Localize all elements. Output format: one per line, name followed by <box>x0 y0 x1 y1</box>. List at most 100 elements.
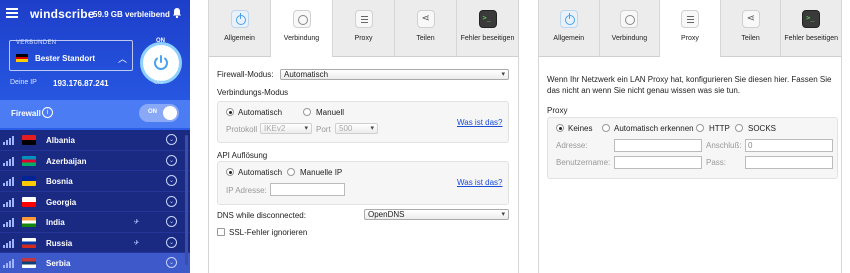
server-name: Albania <box>46 136 75 145</box>
terminal-icon <box>478 10 497 28</box>
tab-connection[interactable]: Verbindung <box>271 0 333 58</box>
list-icon <box>354 10 373 28</box>
country-flag-icon <box>22 258 36 268</box>
firewall-mode-label: Firewall-Modus: <box>217 70 274 79</box>
connection-mode-title: Verbindungs-Modus <box>217 88 289 97</box>
expand-chevron-icon[interactable]: ⌄ <box>166 236 177 248</box>
country-flag-icon <box>22 237 36 248</box>
proxy-radio-auto-label: Automatisch erkennen <box>614 124 694 133</box>
server-row[interactable]: Serbia ⌄ <box>0 253 190 273</box>
connection-icon <box>292 10 311 28</box>
tab-share[interactable]: Teilen <box>395 0 457 56</box>
server-row[interactable]: Georgia ⌄ <box>0 192 190 212</box>
port-label: Port <box>316 125 331 134</box>
windscribe-logo: windscribe <box>30 7 95 21</box>
api-radio-manual-label: Manuelle IP <box>300 168 343 177</box>
tab-share[interactable]: Teilen <box>721 0 782 56</box>
expand-chevron-icon[interactable]: ⌄ <box>166 195 177 207</box>
data-remaining: 59.9 GB verbleibend <box>93 10 170 19</box>
ip-label: Deine IP <box>10 79 37 86</box>
share-icon <box>416 10 435 28</box>
signal-icon <box>3 135 15 145</box>
server-row[interactable]: Azerbaijan ⌄ <box>0 151 190 171</box>
server-name: Bosnia <box>46 177 73 186</box>
api-radio-automatic[interactable] <box>226 168 234 176</box>
country-flag-icon <box>22 217 36 227</box>
tab-debug[interactable]: Fehler beseitigen <box>457 0 518 56</box>
expand-chevron-icon[interactable]: ⌄ <box>166 154 177 166</box>
proxy-radio-none[interactable] <box>556 124 564 132</box>
api-resolution-title: API Auflösung <box>217 151 268 160</box>
radio-automatic-label: Automatisch <box>238 108 283 117</box>
server-list: Albania ⌄ Azerbaijan ⌄ Bosnia ⌄ Georgia ⌄ India ✈… <box>0 130 190 273</box>
tab-connection[interactable]: Verbindung <box>600 0 661 56</box>
proxy-section-title: Proxy <box>547 106 568 115</box>
signal-icon <box>3 197 15 207</box>
proxy-radio-none-label: Keines <box>568 124 593 133</box>
server-name: India <box>46 218 65 227</box>
expand-chevron-icon[interactable]: ⌄ <box>166 134 177 145</box>
proxy-username-input[interactable] <box>614 156 702 169</box>
chevron-up-icon[interactable]: ︿ <box>118 52 127 65</box>
expand-chevron-icon[interactable]: ⌄ <box>166 216 177 227</box>
what-is-this-link-1[interactable]: Was ist das? <box>457 118 503 127</box>
list-icon <box>680 10 699 28</box>
tab-debug[interactable]: Fehler beseitigen <box>781 0 841 56</box>
server-row[interactable]: Russia ✈ ⌄ <box>0 233 190 253</box>
expand-chevron-icon[interactable]: ⌄ <box>166 257 177 268</box>
proxy-address-input[interactable] <box>614 139 702 152</box>
server-row[interactable]: Bosnia ⌄ <box>0 171 190 192</box>
port-select[interactable]: 500 <box>335 123 378 134</box>
firewall-label: Firewall <box>11 109 41 118</box>
what-is-this-link-2[interactable]: Was ist das? <box>457 178 503 187</box>
notification-bell-icon[interactable] <box>171 7 183 21</box>
server-name: Azerbaijan <box>46 156 87 166</box>
country-flag-icon <box>22 135 36 145</box>
expand-chevron-icon[interactable]: ⌄ <box>166 175 177 186</box>
firewall-toggle[interactable]: ON <box>139 104 179 122</box>
proxy-radio-http-label: HTTP <box>709 124 730 133</box>
info-icon[interactable]: i <box>42 107 53 118</box>
ip-value: 193.176.87.241 <box>53 79 109 88</box>
proxy-password-label: Pass: <box>706 158 727 167</box>
server-row[interactable]: Albania ⌄ <box>0 130 190 151</box>
proxy-password-input[interactable] <box>745 156 833 169</box>
signal-icon <box>3 217 15 227</box>
tab-proxy[interactable]: Proxy <box>333 0 395 56</box>
radio-manual[interactable] <box>303 108 311 116</box>
prefs-toolbar: Allgemein Verbindung Proxy Teilen Fehler… <box>209 0 518 58</box>
tab-general[interactable]: Allgemein <box>539 0 600 56</box>
firewall-mode-select[interactable]: Automatisch <box>280 69 509 80</box>
germany-flag-icon <box>16 54 28 62</box>
ip-address-input[interactable] <box>270 183 345 196</box>
power-icon <box>154 55 168 70</box>
api-radio-manual[interactable] <box>287 168 295 176</box>
tab-proxy[interactable]: Proxy <box>660 0 721 58</box>
power-button[interactable] <box>140 42 182 84</box>
server-name: Serbia <box>46 259 71 268</box>
ip-address-label: IP Adresse: <box>226 186 267 195</box>
prefs-toolbar: Allgemein Verbindung Proxy Teilen Fehler… <box>539 0 841 58</box>
protocol-select[interactable]: IKEv2 <box>260 123 312 134</box>
dns-select[interactable]: OpenDNS <box>364 209 509 220</box>
connection-icon <box>620 10 639 28</box>
prefs-window-connection: Allgemein Verbindung Proxy Teilen Fehler… <box>208 0 519 273</box>
proxy-port-input[interactable]: 0 <box>745 139 833 152</box>
proxy-radio-socks[interactable] <box>735 124 743 132</box>
menu-icon[interactable] <box>6 8 18 18</box>
radio-manual-label: Manuell <box>316 108 345 117</box>
tab-general[interactable]: Allgemein <box>209 0 271 56</box>
terminal-icon <box>802 10 821 28</box>
server-name: Russia <box>46 238 73 248</box>
signal-icon <box>3 176 15 186</box>
p2p-icon: ✈ <box>133 239 139 247</box>
proxy-radio-http[interactable] <box>696 124 704 132</box>
server-row[interactable]: India ✈ ⌄ <box>0 212 190 233</box>
server-list-scrollbar[interactable] <box>185 135 188 265</box>
power-icon <box>230 10 249 28</box>
proxy-panel: Wenn Ihr Netzwerk ein LAN Proxy hat, kon… <box>539 57 841 273</box>
radio-automatic[interactable] <box>226 108 234 116</box>
api-radio-automatic-label: Automatisch <box>238 168 283 177</box>
proxy-radio-auto[interactable] <box>602 124 610 132</box>
ssl-ignore-checkbox[interactable] <box>217 228 225 236</box>
